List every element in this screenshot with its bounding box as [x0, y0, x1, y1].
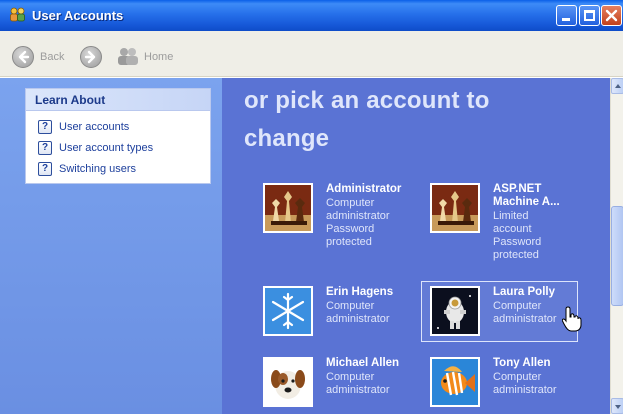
- help-icon: ?: [38, 162, 52, 176]
- account-laura-polly[interactable]: Laura Polly Computer administrator: [430, 286, 575, 338]
- account-erin-hagens[interactable]: Erin Hagens Computer administrator: [263, 286, 423, 338]
- account-name: Administrator: [326, 183, 402, 195]
- account-desc: Computer: [493, 371, 542, 383]
- account-administrator[interactable]: Administrator Computer administrator Pas…: [263, 183, 423, 263]
- close-button[interactable]: [601, 5, 622, 26]
- account-desc: protected: [326, 236, 372, 248]
- heading-line-2: change: [244, 125, 330, 152]
- account-name-line2: Machine A...: [493, 196, 560, 208]
- minimize-button[interactable]: [556, 5, 577, 26]
- forward-button[interactable]: [80, 46, 102, 68]
- account-desc: Password: [493, 236, 542, 248]
- link-label[interactable]: User account types: [59, 142, 153, 154]
- account-desc: protected: [493, 249, 539, 261]
- account-name: Erin Hagens: [326, 286, 394, 298]
- account-desc: administrator: [326, 384, 390, 396]
- account-name: ASP.NET: [493, 183, 542, 195]
- account-desc: Computer: [326, 371, 375, 383]
- account-desc: administrator: [326, 313, 390, 325]
- close-icon: [605, 9, 618, 22]
- snowflake-picture: [265, 288, 311, 334]
- account-desc: account: [493, 223, 532, 235]
- scroll-down-button[interactable]: [611, 398, 623, 414]
- account-desc: administrator: [326, 210, 390, 222]
- link-user-accounts[interactable]: ? User accounts: [38, 120, 129, 134]
- account-name: Laura Polly: [493, 286, 555, 298]
- learn-about-panel: Learn About ? User accounts ? User accou…: [25, 88, 211, 184]
- account-desc: Computer: [326, 300, 375, 312]
- learn-about-header: Learn About: [26, 89, 210, 111]
- account-desc: Computer: [326, 197, 375, 209]
- account-desc: administrator: [493, 384, 557, 396]
- page-heading: or pick an account to change: [244, 82, 604, 158]
- astronaut-picture: [432, 288, 478, 334]
- dog-picture: [265, 359, 311, 405]
- minimize-icon: [562, 18, 570, 21]
- help-icon: ?: [38, 120, 52, 134]
- link-user-account-types[interactable]: ? User account types: [38, 141, 153, 155]
- fish-picture: [432, 359, 478, 405]
- vertical-scrollbar[interactable]: [610, 78, 623, 414]
- scrollbar-thumb[interactable]: [611, 206, 623, 306]
- heading-line-1: or pick an account to: [244, 87, 490, 114]
- account-name: Tony Allen: [493, 357, 551, 369]
- account-tony-allen[interactable]: Tony Allen Computer administrator: [430, 357, 590, 409]
- account-desc: Limited: [493, 210, 529, 222]
- user-accounts-icon: [10, 7, 25, 22]
- scroll-up-button[interactable]: [611, 78, 623, 94]
- back-label[interactable]: Back: [40, 51, 64, 63]
- account-aspnet[interactable]: ASP.NET Machine A... Limited account Pas…: [430, 183, 590, 269]
- account-michael-allen[interactable]: Michael Allen Computer administrator: [263, 357, 423, 409]
- account-name: Michael Allen: [326, 357, 400, 369]
- account-picture: [430, 183, 480, 233]
- hand-cursor-icon: [562, 306, 582, 332]
- home-label[interactable]: Home: [144, 51, 173, 63]
- back-button[interactable]: [12, 46, 34, 68]
- home-users-icon[interactable]: [116, 45, 140, 67]
- maximize-icon: [584, 10, 595, 21]
- forward-arrow-icon: [84, 50, 96, 64]
- link-label[interactable]: Switching users: [59, 163, 136, 175]
- account-picture: [263, 286, 313, 336]
- chevron-up-icon: [615, 84, 621, 88]
- chevron-down-icon: [615, 405, 621, 409]
- account-picture: [430, 357, 480, 407]
- window-title: User Accounts: [32, 8, 124, 23]
- account-picture: [263, 357, 313, 407]
- chess-pieces-picture: [432, 185, 478, 231]
- link-label[interactable]: User accounts: [59, 121, 129, 133]
- title-bar: User Accounts: [0, 0, 623, 31]
- back-arrow-icon: [18, 50, 30, 64]
- chess-pieces-picture: [265, 185, 311, 231]
- account-desc: Password: [326, 223, 375, 235]
- account-picture: [430, 286, 480, 336]
- link-switching-users[interactable]: ? Switching users: [38, 162, 136, 176]
- account-picture: [263, 183, 313, 233]
- help-icon: ?: [38, 141, 52, 155]
- maximize-button[interactable]: [579, 5, 600, 26]
